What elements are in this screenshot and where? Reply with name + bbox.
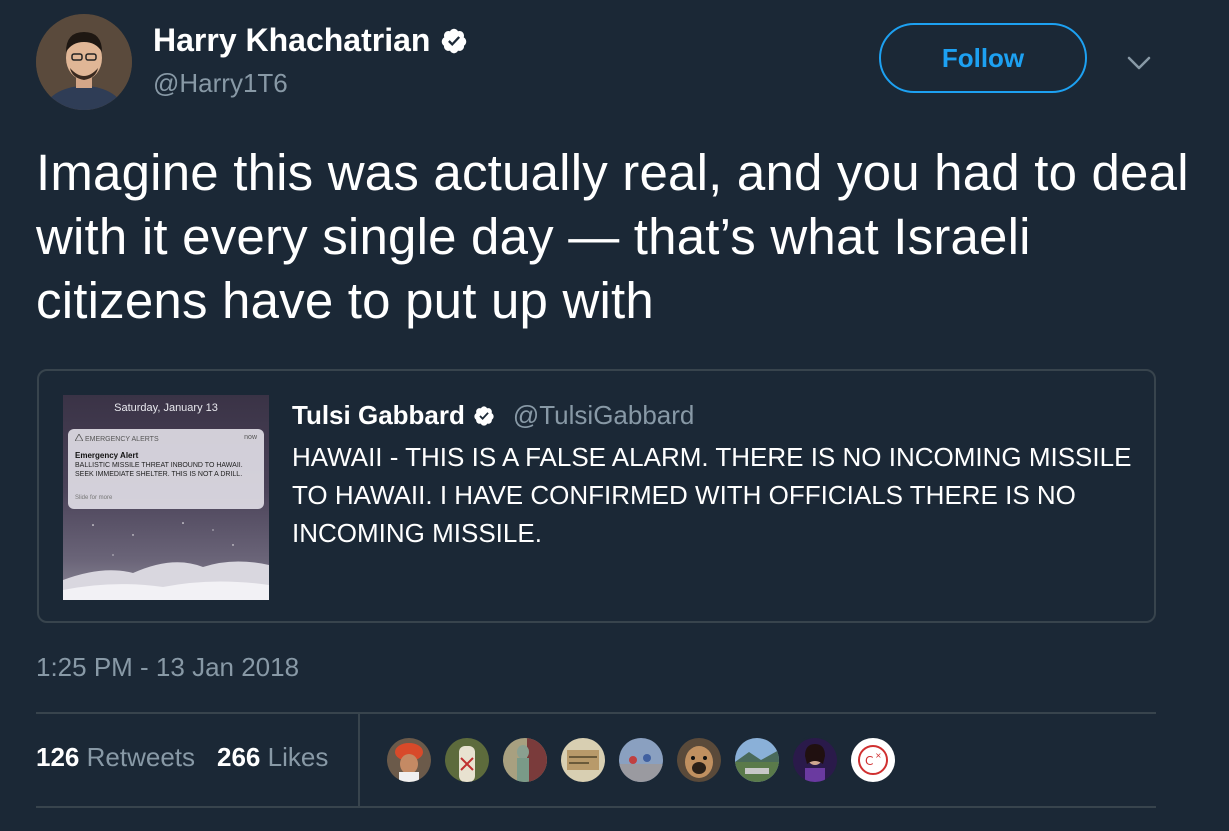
liker-avatar[interactable]	[675, 736, 723, 784]
author-handle[interactable]: @Harry1T6	[153, 68, 288, 99]
follow-button[interactable]: Follow	[879, 23, 1087, 93]
likes-label: Likes	[267, 742, 329, 772]
alert-source-row: EMERGENCY ALERTS	[74, 433, 159, 443]
likes-stat[interactable]: 266 Likes	[217, 742, 328, 773]
alert-card: EMERGENCY ALERTS now Emergency Alert BAL…	[68, 429, 264, 509]
liker-avatar[interactable]	[559, 736, 607, 784]
alert-card-header: EMERGENCY ALERTS now	[74, 433, 257, 443]
divider	[358, 713, 360, 806]
tweet-text: Imagine this was actually real, and you …	[36, 144, 1189, 329]
verified-badge-icon	[442, 28, 467, 53]
liker-avatar[interactable]	[791, 736, 839, 784]
quoted-tweet-image[interactable]: Saturday, January 13 EMERGENCY ALERTS no…	[63, 395, 269, 600]
svg-text:×: ×	[875, 751, 882, 760]
liker-avatar[interactable]	[617, 736, 665, 784]
tweet-timestamp[interactable]: 1:25 PM - 13 Jan 2018	[36, 652, 299, 683]
engagement-stats: 126 Retweets 266 Likes	[36, 742, 328, 773]
liker-avatar[interactable]	[733, 736, 781, 784]
lockscreen-date: Saturday, January 13	[114, 402, 218, 414]
author-avatar[interactable]	[36, 14, 132, 110]
retweets-stat[interactable]: 126 Retweets	[36, 742, 195, 773]
svg-text:C: C	[865, 754, 873, 768]
divider	[36, 712, 1156, 714]
divider	[36, 806, 1156, 808]
warning-icon	[74, 433, 84, 442]
liker-avatar[interactable]	[385, 736, 433, 784]
avatar-photo	[36, 14, 132, 110]
alert-body: BALLISTIC MISSILE THREAT INBOUND TO HAWA…	[75, 462, 243, 478]
author-name-row[interactable]: Harry Khachatrian	[153, 22, 468, 59]
quoted-tweet-text: HAWAII - THIS IS A FALSE ALARM. THERE IS…	[292, 442, 1132, 548]
alert-time: now	[244, 434, 257, 441]
quoted-author-row[interactable]: Tulsi Gabbard @TulsiGabbard	[292, 400, 694, 431]
retweets-label: Retweets	[86, 742, 196, 772]
liker-avatar[interactable]	[443, 736, 491, 784]
liker-avatar[interactable]: C ×	[849, 736, 897, 784]
liker-avatar[interactable]	[501, 736, 549, 784]
retweets-count: 126	[36, 742, 80, 772]
likes-count: 266	[217, 742, 261, 772]
alert-hint: Slide for more	[75, 495, 113, 501]
alert-source: EMERGENCY ALERTS	[84, 436, 159, 443]
author-name[interactable]: Harry Khachatrian	[153, 22, 430, 59]
chevron-down-icon[interactable]	[1124, 48, 1154, 78]
liker-avatars: C ×	[385, 736, 897, 784]
verified-badge-icon	[474, 405, 494, 426]
quoted-author-handle[interactable]: @TulsiGabbard	[513, 400, 695, 431]
alert-title: Emergency Alert	[75, 451, 139, 460]
quoted-author-name[interactable]: Tulsi Gabbard	[292, 400, 465, 431]
quoted-tweet[interactable]: Saturday, January 13 EMERGENCY ALERTS no…	[37, 369, 1156, 623]
